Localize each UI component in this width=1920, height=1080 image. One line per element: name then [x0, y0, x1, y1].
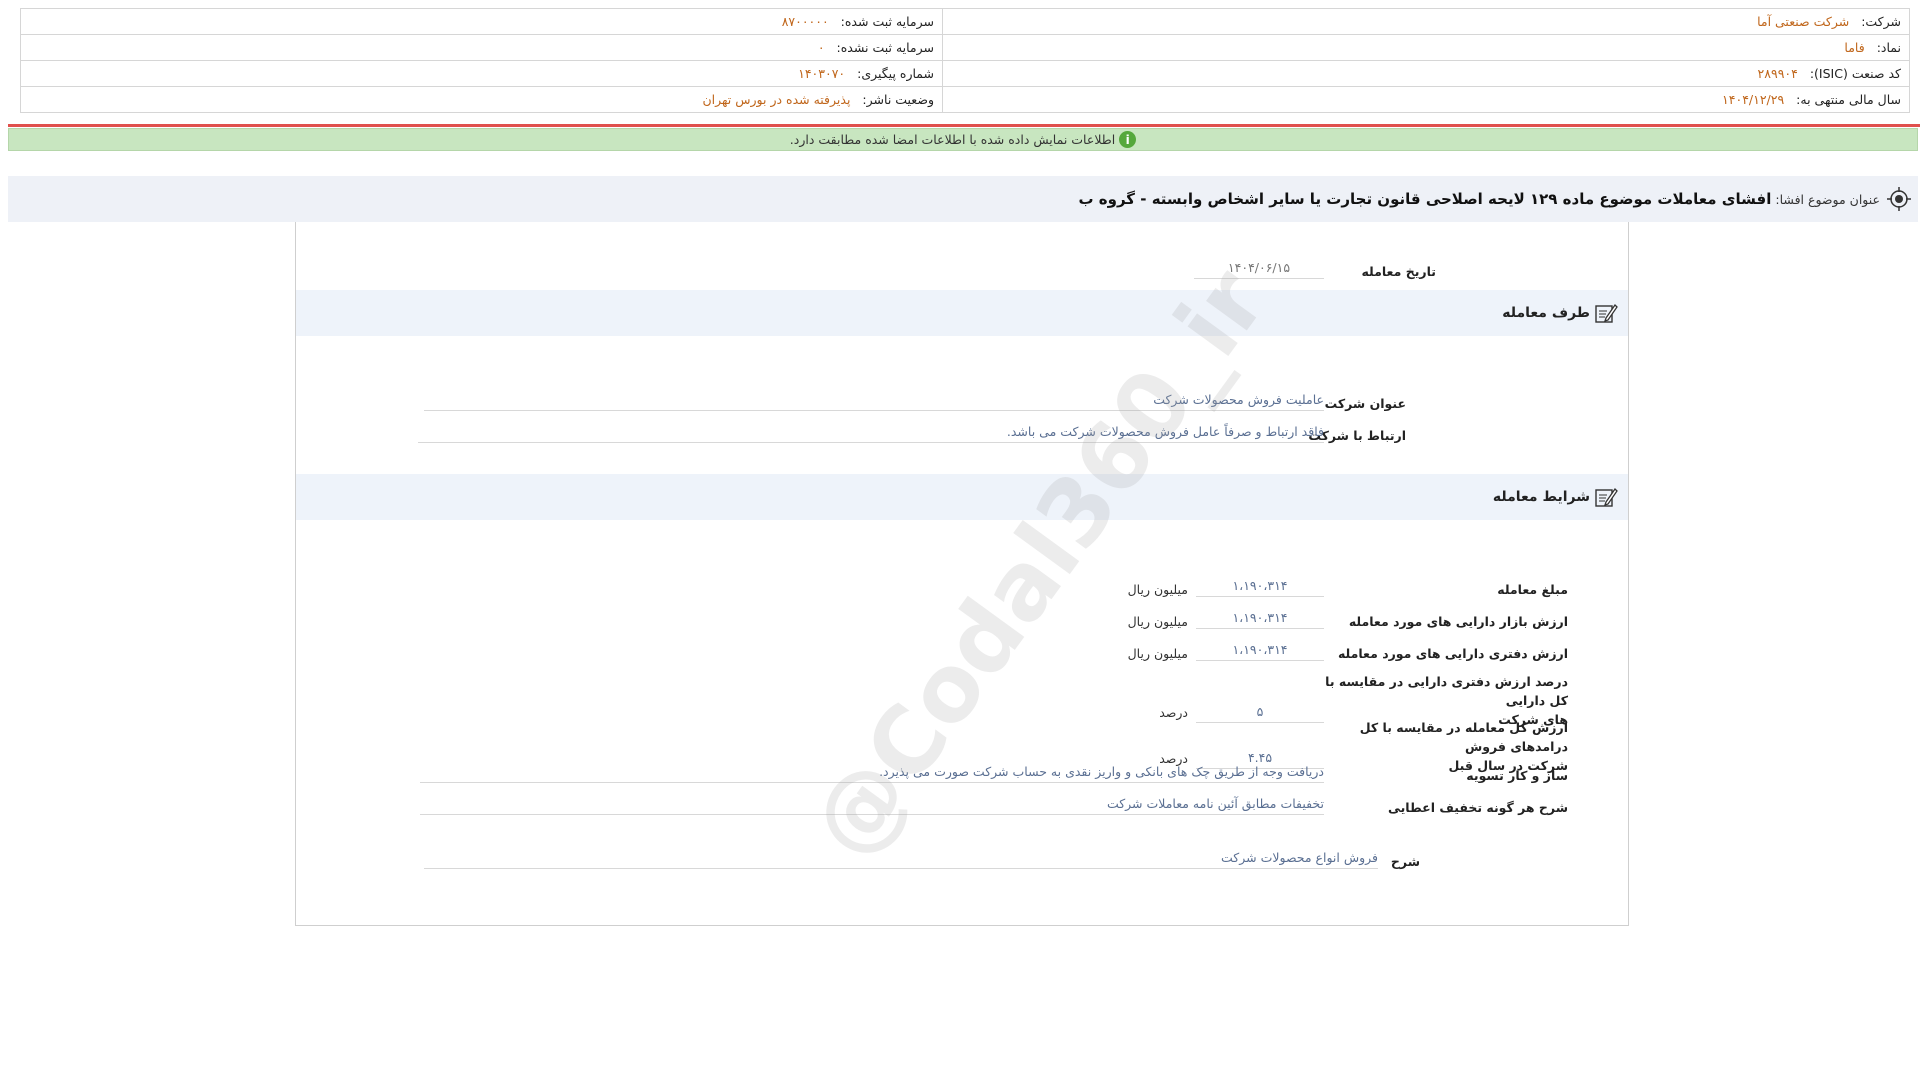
- transaction-date-label: تاریخ معامله: [1361, 264, 1436, 279]
- disclosure-panel: تاریخ معامله ۱۴۰۴/۰۶/۱۵ طرف معامله عنوان…: [295, 222, 1629, 926]
- notice-text: اطلاعات نمایش داده شده با اطلاعات امضا ش…: [789, 132, 1116, 147]
- page-title: افشای معاملات موضوع ماده ۱۲۹ لایحه اصلاح…: [1078, 190, 1772, 208]
- terms-section-title: شرایط معامله: [1492, 489, 1590, 505]
- symbol-cell: نماد: فاما: [942, 34, 1910, 61]
- amount-label: مبلغ معامله: [1497, 582, 1568, 597]
- tracking-value: ۱۴۰۳۰۷۰: [798, 66, 846, 81]
- settlement-value: دریافت وجه از طریق چک های بانکی و واریز …: [420, 764, 1324, 783]
- book-percent-label-line1: درصد ارزش دفتری دارایی در مقایسه با کل د…: [1325, 674, 1568, 708]
- counterparty-section-title: طرف معامله: [1502, 305, 1590, 321]
- terms-section-header: شرایط معامله: [296, 474, 1628, 520]
- amount-value: ۱،۱۹۰،۳۱۴: [1196, 578, 1324, 597]
- description-label: شرح: [1390, 854, 1420, 869]
- description-row: شرح فروش انواع محصولات شرکت: [424, 850, 1420, 869]
- amount-row: مبلغ معامله ۱،۱۹۰،۳۱۴ میلیون ریال: [1128, 578, 1568, 597]
- unregistered-capital-cell: سرمایه ثبت نشده: ۰: [20, 34, 943, 61]
- symbol-value[interactable]: فاما: [1844, 40, 1864, 55]
- edit-icon: [1595, 303, 1618, 323]
- publisher-status-label: وضعیت ناشر:: [862, 92, 934, 107]
- registered-capital-label: سرمایه ثبت شده:: [840, 14, 934, 29]
- isic-value: ۲۸۹۹۰۴: [1757, 66, 1798, 81]
- verification-notice: i اطلاعات نمایش داده شده با اطلاعات امضا…: [8, 128, 1918, 151]
- discount-label: شرح هر گونه تخفیف اعطایی: [1387, 800, 1568, 815]
- book-value-label: ارزش دفتری دارایی های مورد معامله: [1337, 646, 1568, 661]
- company-info-table: شرکت: شرکت صنعتی آما سرمایه ثبت شده: ۸۷۰…: [20, 8, 1910, 113]
- book-value-row: ارزش دفتری دارایی های مورد معامله ۱،۱۹۰،…: [1128, 642, 1568, 661]
- book-value-value: ۱،۱۹۰،۳۱۴: [1196, 642, 1324, 661]
- fiscal-year-label: سال مالی منتهی به:: [1796, 92, 1901, 107]
- transaction-date-value: ۱۴۰۴/۰۶/۱۵: [1194, 260, 1324, 279]
- market-value-value: ۱،۱۹۰،۳۱۴: [1196, 610, 1324, 629]
- transaction-date-row: تاریخ معامله ۱۴۰۴/۰۶/۱۵: [1194, 260, 1436, 279]
- amount-unit: میلیون ریال: [1127, 582, 1188, 597]
- company-title-value: عاملیت فروش محصولات شرکت: [424, 392, 1324, 411]
- settlement-label: ساز و کار تسویه: [1466, 768, 1568, 783]
- company-title-label: عنوان شرکت: [1324, 396, 1406, 411]
- discount-value: تخفیفات مطابق آئین نامه معاملات شرکت: [420, 796, 1324, 815]
- description-value: فروش انواع محصولات شرکت: [424, 850, 1378, 869]
- info-row: کد صنعت (ISIC): ۲۸۹۹۰۴ شماره پیگیری: ۱۴۰…: [20, 60, 1910, 87]
- isic-label: کد صنعت (ISIC):: [1809, 66, 1901, 81]
- info-row: نماد: فاما سرمایه ثبت نشده: ۰: [20, 34, 1910, 61]
- company-label: شرکت:: [1861, 14, 1901, 29]
- market-value-row: ارزش بازار دارایی های مورد معامله ۱،۱۹۰،…: [1128, 610, 1568, 629]
- tracking-label: شماره پیگیری:: [857, 66, 934, 81]
- info-row: سال مالی منتهی به: ۱۴۰۴/۱۲/۲۹ وضعیت ناشر…: [20, 86, 1910, 113]
- relation-value: فاقد ارتباط و صرفاً عامل فروش محصولات شر…: [418, 424, 1324, 443]
- fiscal-year-cell: سال مالی منتهی به: ۱۴۰۴/۱۲/۲۹: [942, 86, 1910, 113]
- publisher-status-cell: وضعیت ناشر: پذیرفته شده در بورس تهران: [20, 86, 943, 113]
- company-cell: شرکت: شرکت صنعتی آما: [942, 8, 1910, 35]
- book-value-unit: میلیون ریال: [1127, 646, 1188, 661]
- info-icon: i: [1119, 131, 1137, 148]
- relation-label: ارتباط با شرکت: [1308, 428, 1406, 443]
- isic-cell: کد صنعت (ISIC): ۲۸۹۹۰۴: [942, 60, 1910, 87]
- unregistered-capital-label: سرمایه ثبت نشده:: [836, 40, 934, 55]
- symbol-label: نماد:: [1876, 40, 1901, 55]
- discount-row: شرح هر گونه تخفیف اعطایی تخفیفات مطابق آ…: [420, 796, 1568, 815]
- company-value[interactable]: شرکت صنعتی آما: [1757, 14, 1849, 29]
- company-title-row: عنوان شرکت عاملیت فروش محصولات شرکت: [424, 392, 1406, 411]
- market-value-label: ارزش بازار دارایی های مورد معامله: [1348, 614, 1568, 629]
- fiscal-year-value: ۱۴۰۴/۱۲/۲۹: [1722, 92, 1785, 107]
- edit-icon: [1595, 487, 1618, 507]
- target-icon: [1887, 187, 1911, 211]
- revenue-percent-label-line1: ارزش کل معامله در مقایسه با کل درامدهای …: [1359, 720, 1568, 754]
- info-row: شرکت: شرکت صنعتی آما سرمایه ثبت شده: ۸۷۰…: [20, 8, 1910, 35]
- registered-capital-value: ۸۷۰۰۰۰۰: [781, 14, 829, 29]
- unregistered-capital-value: ۰: [817, 40, 825, 55]
- relation-row: ارتباط با شرکت فاقد ارتباط و صرفاً عامل …: [418, 424, 1406, 443]
- page: شرکت: شرکت صنعتی آما سرمایه ثبت شده: ۸۷۰…: [0, 0, 1920, 1080]
- counterparty-section-header: طرف معامله: [296, 290, 1628, 336]
- divider-line: [8, 124, 1920, 127]
- disclosure-title-bar: عنوان موضوع افشا: افشای معاملات موضوع ما…: [8, 176, 1918, 222]
- publisher-status-value: پذیرفته شده در بورس تهران: [702, 92, 851, 107]
- registered-capital-cell: سرمایه ثبت شده: ۸۷۰۰۰۰۰: [20, 8, 943, 35]
- tracking-cell: شماره پیگیری: ۱۴۰۳۰۷۰: [20, 60, 943, 87]
- title-label: عنوان موضوع افشا:: [1775, 191, 1880, 207]
- market-value-unit: میلیون ریال: [1127, 614, 1188, 629]
- settlement-row: ساز و کار تسویه دریافت وجه از طریق چک ها…: [420, 764, 1568, 783]
